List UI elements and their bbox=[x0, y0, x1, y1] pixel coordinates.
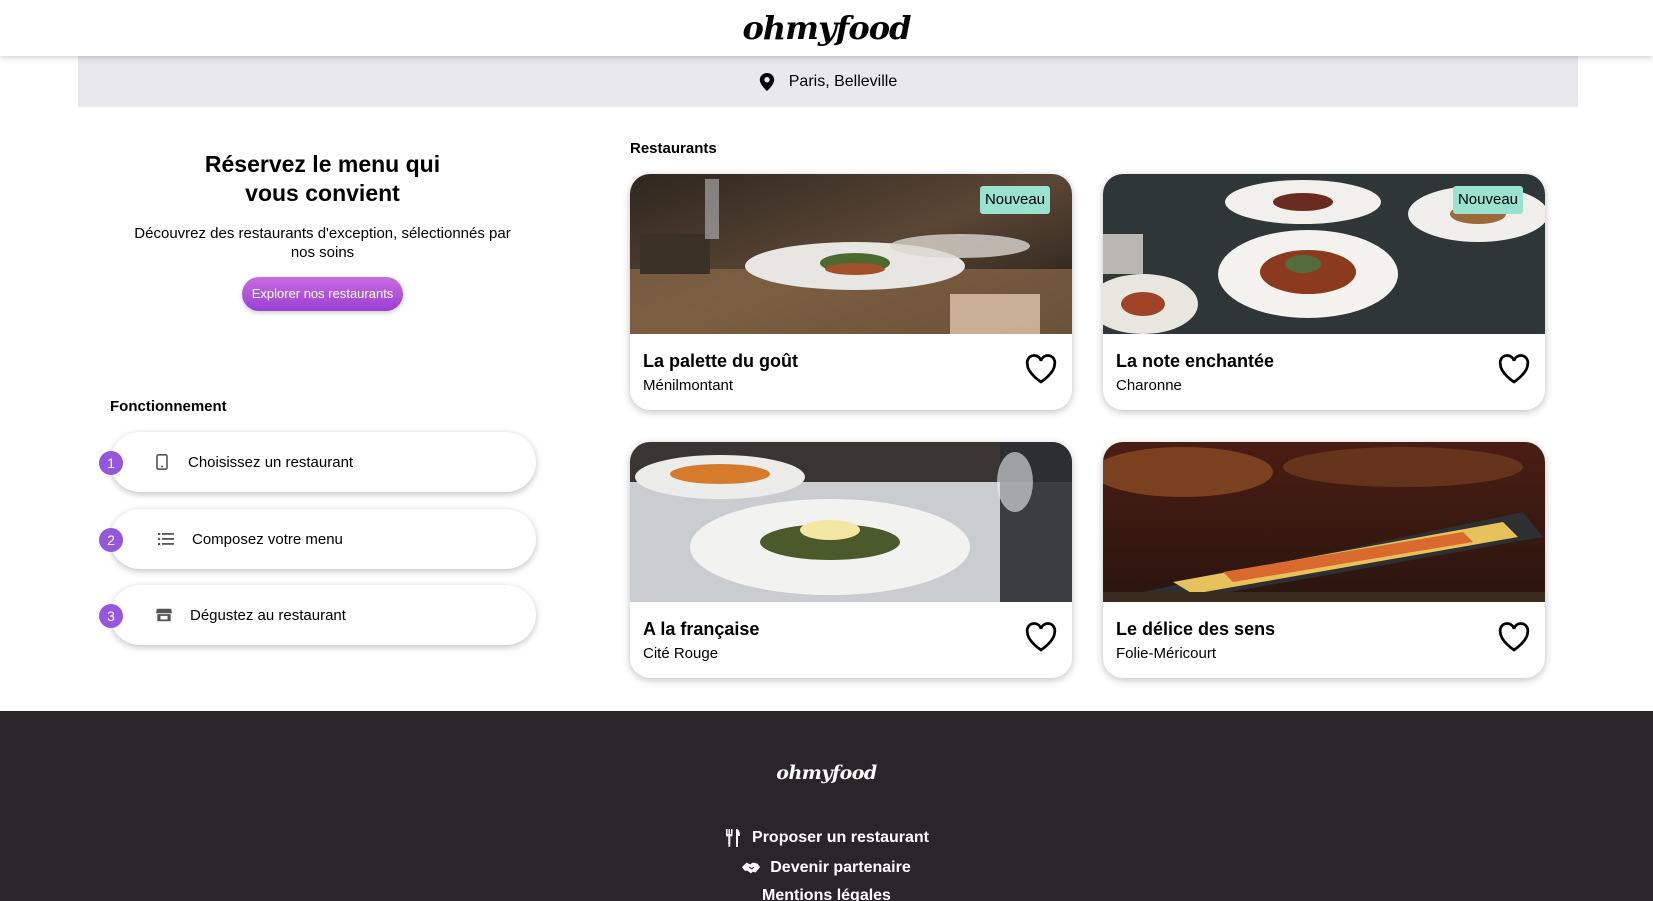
how-it-works-title: Fonctionnement bbox=[110, 398, 227, 415]
heart-icon[interactable] bbox=[1497, 622, 1531, 652]
restaurant-photo bbox=[630, 442, 1072, 602]
footer-logo[interactable]: ohmyfood bbox=[0, 762, 1653, 784]
footer-link-label: Mentions légales bbox=[762, 887, 891, 901]
phone-icon bbox=[154, 454, 170, 470]
footer-link-propose-restaurant[interactable]: Proposer un restaurant bbox=[0, 829, 1653, 847]
restaurant-card[interactable]: Le délice des sens Folie-Méricourt bbox=[1103, 442, 1545, 678]
restaurant-card[interactable]: A la française Cité Rouge bbox=[630, 442, 1072, 678]
footer-link-label: Proposer un restaurant bbox=[752, 829, 929, 846]
footer-link-label: Devenir partenaire bbox=[770, 859, 911, 876]
restaurant-area: Folie-Méricourt bbox=[1116, 645, 1217, 662]
restaurant-area: Cité Rouge bbox=[643, 645, 719, 662]
restaurant-photo bbox=[1103, 442, 1545, 602]
new-badge: Nouveau bbox=[1452, 186, 1523, 214]
step-label: Dégustez au restaurant bbox=[190, 606, 346, 624]
step-choose-restaurant: 1 Choisissez un restaurant bbox=[99, 432, 536, 492]
handshake-icon bbox=[742, 862, 761, 874]
new-badge: Nouveau bbox=[979, 186, 1050, 214]
step-label: Choisissez un restaurant bbox=[188, 453, 354, 471]
step-enjoy-restaurant: 3 Dégustez au restaurant bbox=[99, 585, 536, 645]
step-label: Composez votre menu bbox=[192, 530, 343, 548]
heart-icon[interactable] bbox=[1497, 354, 1531, 384]
location-bar: Paris, Belleville bbox=[78, 56, 1578, 107]
restaurants-title: Restaurants bbox=[630, 140, 717, 157]
restaurant-name: La palette du goût bbox=[643, 351, 798, 371]
hero-section: Réservez le menu qui vous convient Décou… bbox=[110, 150, 535, 311]
restaurant-area: Charonne bbox=[1116, 377, 1182, 394]
list-icon bbox=[158, 531, 174, 547]
restaurant-name: Le délice des sens bbox=[1116, 619, 1276, 639]
step-compose-menu: 2 Composez votre menu bbox=[99, 509, 536, 569]
heart-icon[interactable] bbox=[1024, 354, 1058, 384]
hero-title: Réservez le menu qui vous convient bbox=[204, 151, 441, 206]
footer-link-become-partner[interactable]: Devenir partenaire bbox=[0, 859, 1653, 877]
logo[interactable]: ohmyfood bbox=[743, 9, 912, 47]
site-header: ohmyfood bbox=[0, 0, 1653, 56]
restaurant-card[interactable]: Nouveau La note enchantée Charonne bbox=[1103, 174, 1545, 410]
step-number: 1 bbox=[99, 451, 123, 475]
store-icon bbox=[156, 607, 172, 623]
restaurant-card[interactable]: Nouveau La palette du goût Ménilmontant bbox=[630, 174, 1072, 410]
step-number: 3 bbox=[99, 604, 123, 628]
site-footer: ohmyfood Proposer un restaurant Devenir … bbox=[0, 711, 1653, 901]
hero-description: Découvrez des restaurants d'exception, s… bbox=[134, 225, 511, 261]
heart-icon[interactable] bbox=[1024, 622, 1058, 652]
restaurant-name: A la française bbox=[643, 619, 760, 639]
explore-restaurants-button[interactable]: Explorer nos restaurants bbox=[241, 277, 404, 311]
restaurant-area: Ménilmontant bbox=[643, 377, 734, 394]
utensils-icon bbox=[726, 829, 741, 847]
footer-link-legal-notice[interactable]: Mentions légales bbox=[0, 887, 1653, 901]
map-pin-icon bbox=[759, 72, 774, 91]
step-number: 2 bbox=[99, 528, 123, 552]
restaurant-name: La note enchantée bbox=[1116, 351, 1275, 371]
location-text: Paris, Belleville bbox=[788, 72, 898, 90]
